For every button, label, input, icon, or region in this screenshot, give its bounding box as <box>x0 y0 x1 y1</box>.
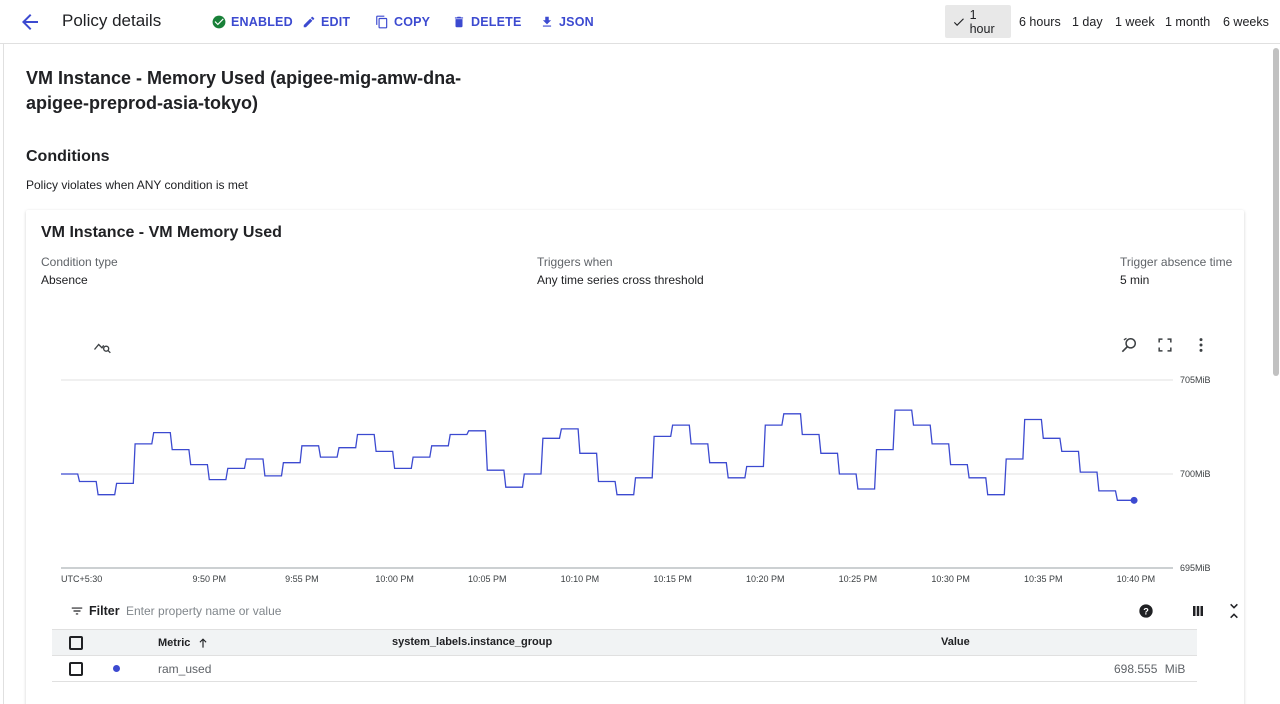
json-download-button[interactable]: JSON <box>540 13 594 31</box>
filter-input[interactable] <box>126 601 926 621</box>
delete-label: DELETE <box>471 15 522 29</box>
sort-arrow-up-icon <box>199 638 207 648</box>
x-tick-label: UTC+5:30 <box>61 574 102 584</box>
range-1-week[interactable]: 1 week <box>1108 5 1162 38</box>
conditions-subtitle: Policy violates when ANY condition is me… <box>26 178 248 192</box>
x-tick-label: 10:35 PM <box>1024 574 1063 584</box>
edit-button[interactable]: EDIT <box>302 13 350 31</box>
value-unit: MiB <box>1164 662 1186 676</box>
value-cell: 698.555 MiB <box>1114 662 1185 676</box>
copy-label: COPY <box>394 15 431 29</box>
back-arrow-icon[interactable] <box>18 10 42 34</box>
page-title: Policy details <box>62 11 162 30</box>
x-tick-label: 10:25 PM <box>839 574 878 584</box>
metric-cell: ram_used <box>158 662 212 676</box>
range-label: 6 weeks <box>1223 14 1269 29</box>
download-icon <box>542 16 552 27</box>
range-label: 1 hour <box>969 7 995 36</box>
row-checkbox[interactable] <box>69 662 83 676</box>
table-header: Metric system_labels.instance_group Valu… <box>52 629 1197 656</box>
range-label: 1 week <box>1115 14 1155 29</box>
check-circle-icon <box>212 15 226 29</box>
x-tick-label: 10:30 PM <box>931 574 970 584</box>
x-tick-label: 10:15 PM <box>653 574 692 584</box>
select-all-checkbox[interactable] <box>69 636 83 650</box>
range-label: 6 hours <box>1019 14 1061 29</box>
range-1-month[interactable]: 1 month <box>1158 5 1217 38</box>
policy-title: VM Instance - Memory Used (apigee-mig-am… <box>26 68 462 113</box>
memory-line-chart: 705MiB 700MiB 695MiB UTC+5:30 9:50 PM 9:55 PM… <box>61 375 1211 584</box>
range-label: 1 month <box>1165 14 1211 29</box>
table-row: ram_used 698.555 MiB <box>52 656 1197 682</box>
value-number: 698.555 <box>1114 662 1158 676</box>
collapse-icon[interactable] <box>1224 601 1244 621</box>
series-line-ram_used <box>61 409 1135 501</box>
filter-list-icon <box>71 607 83 615</box>
column-picker-icon[interactable] <box>1188 601 1208 621</box>
y-tick-label: 705MiB <box>1180 375 1211 385</box>
copy-icon <box>376 15 388 29</box>
x-tick-label: 10:20 PM <box>746 574 785 584</box>
left-border <box>3 0 4 704</box>
range-1-hour[interactable]: 1 hour <box>945 5 1011 38</box>
series-last-point <box>1130 496 1138 504</box>
enabled-label: ENABLED <box>231 15 293 29</box>
filter-bar: Filter ? <box>52 593 1238 629</box>
x-tick-label: 10:00 PM <box>375 574 414 584</box>
app-root: Policy details ENABLED EDIT COPY DELETE … <box>0 0 1280 704</box>
x-tick-label: 10:05 PM <box>468 574 507 584</box>
check-icon <box>953 17 964 26</box>
help-icon[interactable]: ? <box>1136 601 1156 621</box>
json-label: JSON <box>559 15 594 29</box>
x-tick-label: 10:40 PM <box>1117 574 1156 584</box>
filter-label: Filter <box>89 604 120 618</box>
svg-text:?: ? <box>1143 606 1149 616</box>
copy-button[interactable]: COPY <box>375 13 430 31</box>
enabled-button[interactable]: ENABLED <box>212 13 293 31</box>
range-6-hours[interactable]: 6 hours <box>1012 5 1068 38</box>
pencil-icon <box>303 16 315 28</box>
condition-card: VM Instance - VM Memory Used Condition t… <box>26 210 1244 704</box>
value-column-header[interactable]: Value <box>941 636 970 648</box>
delete-button[interactable]: DELETE <box>452 13 522 31</box>
edit-label: EDIT <box>321 15 351 29</box>
range-6-weeks[interactable]: 6 weeks <box>1216 5 1276 38</box>
scrollbar-thumb[interactable] <box>1273 48 1279 376</box>
metric-column-header[interactable]: Metric <box>158 636 210 650</box>
y-tick-label: 695MiB <box>1180 563 1211 573</box>
top-bar: Policy details ENABLED EDIT COPY DELETE … <box>0 0 1280 44</box>
instance-group-column-header[interactable]: system_labels.instance_group <box>392 636 552 648</box>
x-tick-label: 9:55 PM <box>285 574 319 584</box>
conditions-heading: Conditions <box>26 148 110 165</box>
metric-header-label: Metric <box>158 637 191 649</box>
x-tick-label: 10:10 PM <box>561 574 600 584</box>
series-color-dot <box>113 665 120 672</box>
y-tick-label: 700MiB <box>1180 469 1211 479</box>
range-label: 1 day <box>1072 14 1103 29</box>
range-1-day[interactable]: 1 day <box>1065 5 1110 38</box>
trash-icon <box>454 16 464 28</box>
x-tick-label: 9:50 PM <box>193 574 227 584</box>
filter-button[interactable]: Filter <box>70 604 120 618</box>
